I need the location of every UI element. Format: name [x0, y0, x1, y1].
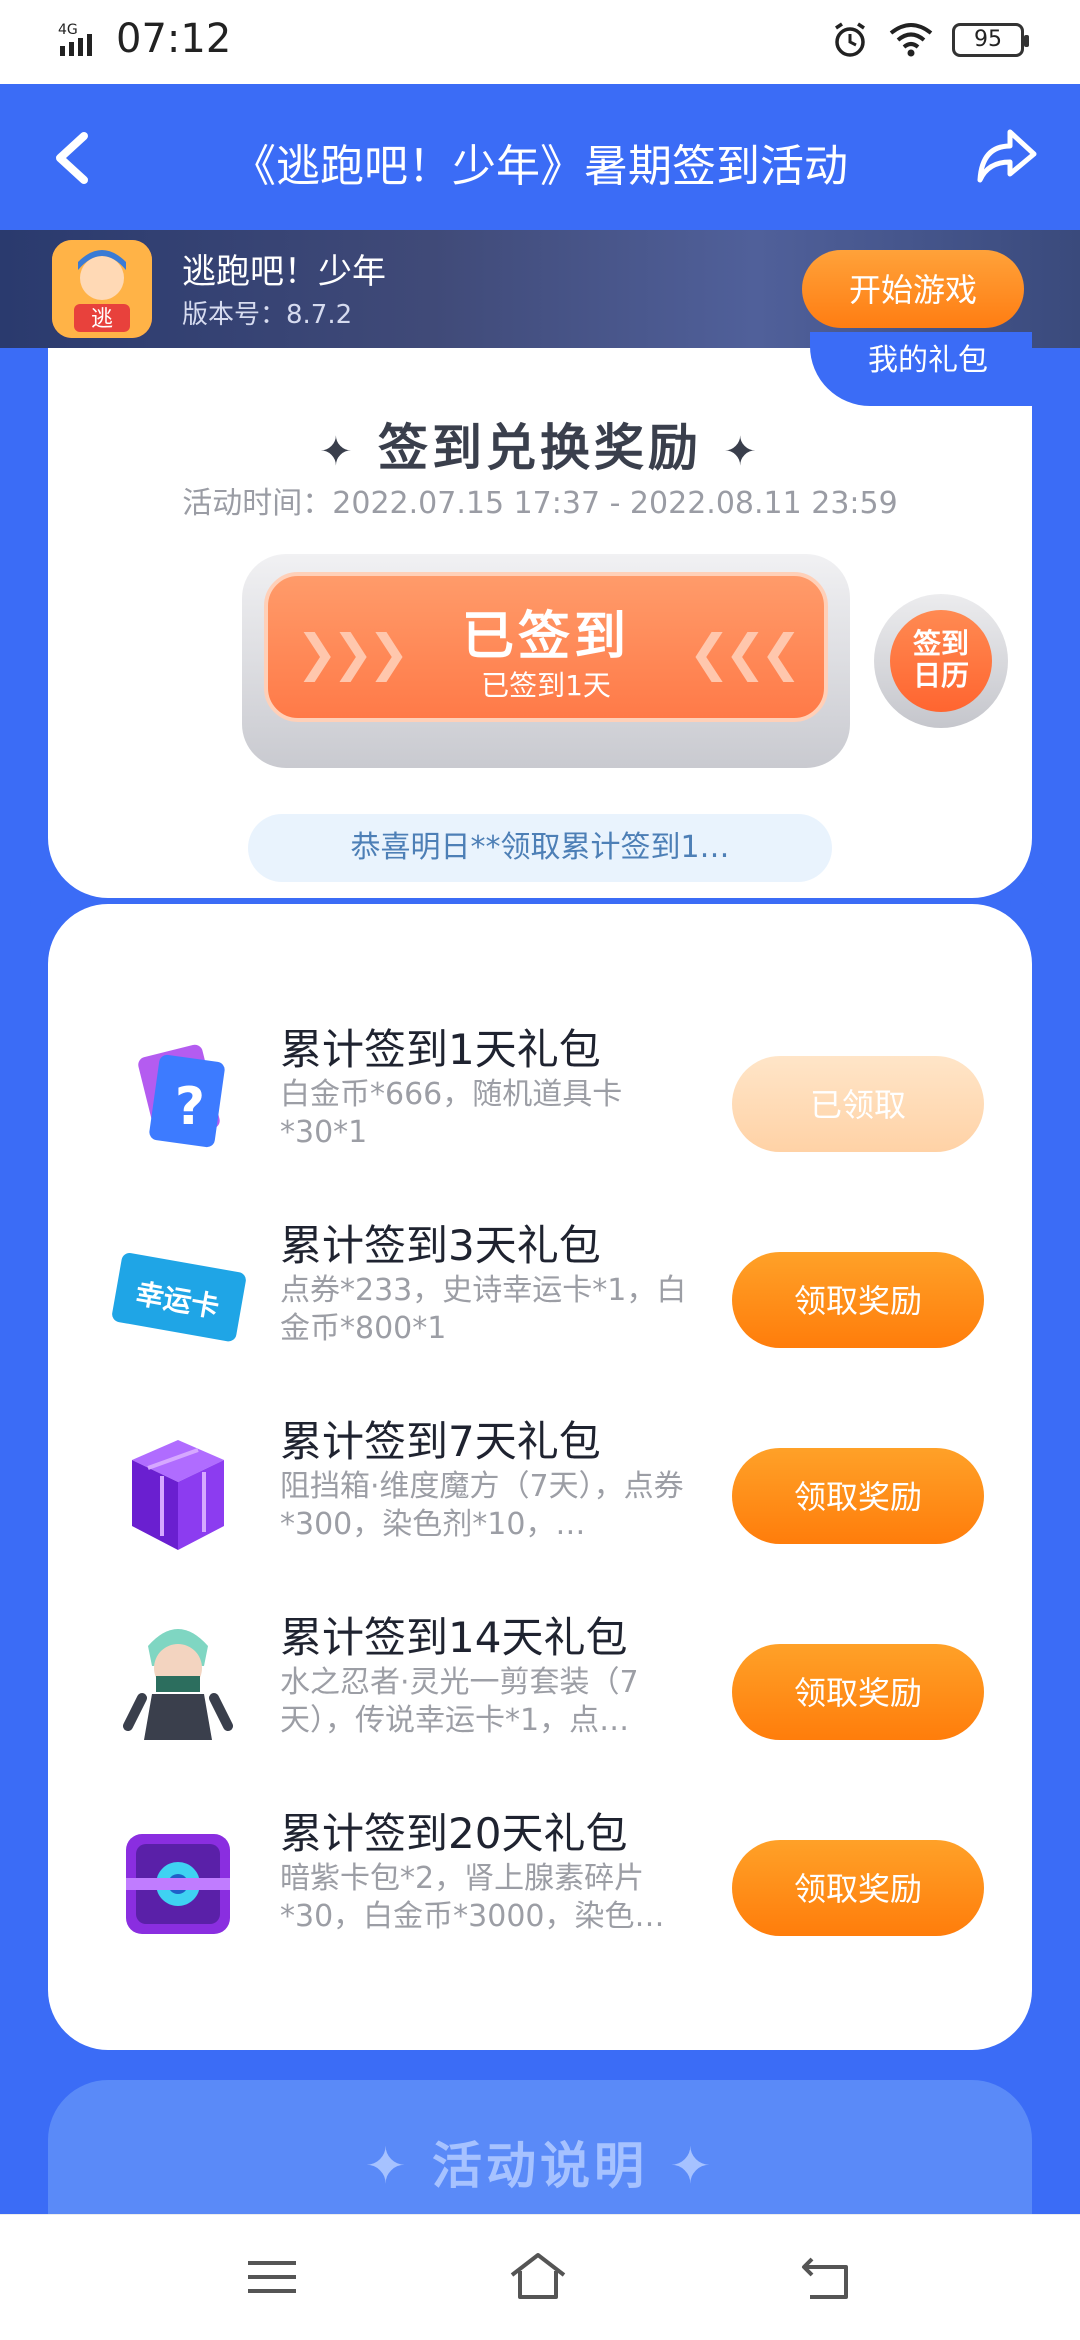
gift-row: 幸运卡 累计签到3天礼包 点券*233，史诗幸运卡*1，白金币*800*1 领取…	[48, 1204, 1032, 1400]
sparkle-icon: ✦	[364, 2137, 411, 2195]
claim-reward-button[interactable]: 领取奖励	[732, 1840, 984, 1936]
signed-in-button[interactable]: ❯❯❯ ❮❮❮ 已签到 已签到1天	[264, 572, 828, 722]
page-title: 《逃跑吧！少年》暑期签到活动	[232, 141, 848, 192]
section-title-text: 签到兑换奖励	[378, 419, 702, 477]
app-header: 《逃跑吧！少年》暑期签到活动	[0, 84, 1080, 230]
home-icon[interactable]	[508, 2247, 568, 2307]
my-gifts-tab[interactable]: 我的礼包	[810, 332, 1032, 406]
signed-label: 已签到	[461, 607, 630, 667]
alarm-icon	[835, 22, 865, 57]
ninja-character-icon	[108, 1616, 248, 1756]
claimed-button[interactable]: 已领取	[732, 1056, 984, 1152]
sparkle-icon: ✦	[319, 429, 357, 475]
sparkle-icon: ✦	[723, 429, 761, 475]
gift-row: 累计签到20天礼包 暗紫卡包*2，肾上腺素碎片*30，白金币*3000，染色… …	[48, 1792, 1032, 1988]
signin-card: ✦ 签到兑换奖励 ✦ 活动时间：2022.07.15 17:37 - 2022.…	[48, 348, 1032, 898]
activity-time: 活动时间：2022.07.15 17:37 - 2022.08.11 23:59	[182, 486, 898, 521]
calendar-label-line2: 日历	[912, 659, 969, 692]
claim-reward-button[interactable]: 领取奖励	[732, 1644, 984, 1740]
card-notch	[30, 880, 70, 920]
wifi-icon	[889, 23, 933, 57]
system-nav-bar	[0, 2214, 1080, 2340]
gift-description: 阻挡箱·维度魔方（7天），点券*300，染色剂*10，…	[280, 1469, 684, 1542]
clock: 07:12	[116, 16, 232, 62]
svg-text:?: ?	[175, 1077, 205, 1137]
gift-name: 累计签到3天礼包	[280, 1221, 601, 1270]
section-title: ✦ 签到兑换奖励 ✦	[48, 408, 1032, 480]
start-game-button[interactable]: 开始游戏	[802, 250, 1024, 328]
game-info-bar: 逃 逃跑吧！少年 版本号：8.7.2 开始游戏	[0, 230, 1080, 348]
info-title-text: 活动说明	[432, 2137, 648, 2195]
game-version: 版本号：8.7.2	[182, 300, 353, 330]
signed-days: 已签到1天	[481, 669, 611, 702]
calendar-label-line1: 签到	[912, 627, 969, 660]
gift-row: 累计签到7天礼包 阻挡箱·维度魔方（7天），点券*300，染色剂*10，… 领取…	[48, 1400, 1032, 1596]
status-bar: 4G 07:12 95	[0, 0, 1080, 84]
battery-indicator: 95	[952, 23, 1029, 57]
game-name: 逃跑吧！少年	[182, 252, 386, 292]
gift-name: 累计签到7天礼包	[280, 1417, 601, 1466]
lucky-card-icon: 幸运卡	[108, 1224, 248, 1364]
gift-description: 水之忍者·灵光一剪套装（7天），传说幸运卡*1，点…	[280, 1665, 639, 1738]
gift-name: 累计签到1天礼包	[280, 1025, 601, 1074]
gift-description: 暗紫卡包*2，肾上腺素碎片*30，白金币*3000，染色…	[280, 1861, 665, 1934]
svg-text:4G: 4G	[58, 22, 78, 38]
card-pack-icon	[108, 1812, 248, 1952]
sparkle-icon: ✦	[669, 2137, 716, 2195]
gift-description: 白金币*666，随机道具卡*30*1	[280, 1077, 623, 1150]
gift-name: 累计签到14天礼包	[280, 1613, 628, 1662]
gift-row: ? 累计签到1天礼包 白金币*666，随机道具卡*30*1 已领取	[48, 1008, 1032, 1204]
gift-list-card: ? 累计签到1天礼包 白金币*666，随机道具卡*30*1 已领取 幸运卡 累计…	[48, 904, 1032, 2050]
game-app-icon[interactable]: 逃	[52, 240, 152, 338]
gift-row: 累计签到14天礼包 水之忍者·灵光一剪套装（7天），传说幸运卡*1，点… 领取奖…	[48, 1596, 1032, 1792]
signal-icon: 4G	[58, 20, 112, 64]
gift-name: 累计签到20天礼包	[280, 1809, 628, 1858]
claim-reward-button[interactable]: 领取奖励	[732, 1252, 984, 1348]
share-icon[interactable]	[974, 124, 1038, 188]
menu-icon[interactable]	[242, 2247, 302, 2307]
signin-button-frame: ❯❯❯ ❮❮❮ 已签到 已签到1天	[242, 554, 850, 768]
claim-reward-button[interactable]: 领取奖励	[732, 1448, 984, 1544]
info-title: ✦ 活动说明 ✦	[48, 2126, 1032, 2198]
notice-marquee: 恭喜明日**领取累计签到1…	[248, 814, 832, 882]
signin-calendar-button[interactable]: 签到 日历	[874, 594, 1008, 728]
calendar-label: 签到 日历	[890, 610, 992, 712]
svg-text:逃: 逃	[91, 307, 113, 332]
status-icons: 95	[830, 20, 1029, 60]
card-notch	[1010, 880, 1050, 920]
purple-cube-icon	[108, 1420, 248, 1560]
mystery-card-icon: ?	[108, 1028, 248, 1168]
back-nav-icon[interactable]	[796, 2247, 856, 2307]
gift-description: 点券*233，史诗幸运卡*1，白金币*800*1	[280, 1273, 687, 1346]
